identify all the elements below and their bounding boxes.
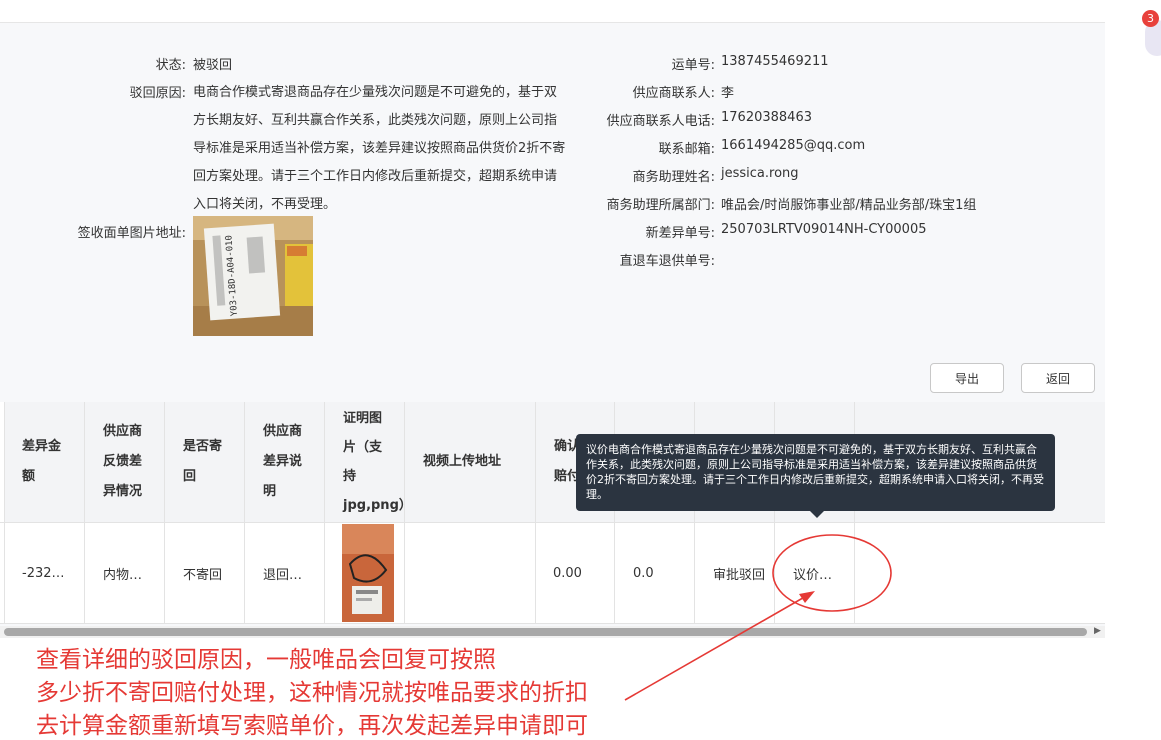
receipt-image-label: 签收面单图片地址: [77,226,186,241]
info-label: 运单号: [671,58,715,73]
header-send-back-text: 是否寄回 [183,439,223,484]
header-proof-images: 证明图片（支持jpg,png） [325,402,412,522]
reject-reason-label: 驳回原因: [129,86,186,101]
col-line [84,402,85,624]
info-label: 供应商联系人: [632,86,715,101]
header-diff-amount-text: 差异金额 [22,439,62,484]
cell-reject-reason[interactable]: 议价… [793,523,832,623]
info-value: 1661494285@qq.com [721,138,866,153]
notification-badge[interactable]: 3 [1142,10,1159,27]
info-value: 唯品会/时尚服饰事业部/精品业务部/珠宝1组 [721,198,977,213]
info-label: 联系邮箱: [658,142,715,157]
top-bar [0,0,1105,23]
proof-image-thumbnail [342,524,394,622]
info-value: jessica.rong [721,166,799,181]
col-line [244,402,245,624]
info-label: 供应商联系人电话: [606,114,715,129]
cell-supplier-feedback[interactable]: 内物… [103,523,142,623]
cell-supplier-explanation[interactable]: 退回… [263,523,302,623]
export-button[interactable]: 导出 [930,363,1004,393]
reject-reason-text: 电商合作模式寄退商品存在少量残次问题是不可避免的，基于双方长期友好、互利共赢合作… [193,85,566,212]
status-value: 被驳回 [193,58,233,73]
info-value: 250703LRTV09014NH-CY00005 [721,222,927,237]
cell-compensation-price: 0.0 [633,565,654,581]
cell-send-back: 不寄回 [183,567,223,583]
header-supplier-feedback: 供应商反馈差异情况 [85,402,164,522]
info-label: 新差异单号: [645,226,715,241]
col-line [164,402,165,624]
col-line [535,402,536,624]
col-line [324,402,325,624]
tooltip-arrow [810,511,824,518]
scroll-right-icon[interactable]: ▶ [1094,626,1101,636]
col-line [404,402,405,624]
receipt-image-graphic: Y03-18D-A04-010 [193,216,313,336]
status-label: 状态: [155,58,186,73]
info-value: 17620388463 [721,110,812,125]
info-value: 李 [721,86,735,101]
info-label: 商务助理所属部门: [606,198,715,213]
reject-reason-tooltip: 议价电商合作模式寄退商品存在少量残次问题是不可避免的，基于双方长期友好、互利共赢… [576,434,1055,511]
info-value: 1387455469211 [721,54,829,69]
header-supplier-explanation-text: 供应商差异说明 [263,424,303,499]
scrollbar-thumb[interactable] [4,628,1087,636]
receipt-image[interactable]: Y03-18D-A04-010 [193,216,313,336]
cell-compensation-amount: 0.00 [553,565,582,581]
header-video-url-text: 视频上传地址 [423,454,502,469]
header-send-back: 是否寄回 [165,402,244,522]
header-supplier-feedback-text: 供应商反馈差异情况 [103,424,143,499]
col-line [4,402,5,624]
header-diff-amount: 差异金额 [4,402,84,522]
annotation-text-line1: 查看详细的驳回原因，一般唯品会回复可按照 [36,647,496,673]
cell-approval-status: 审批驳回 [713,567,766,583]
back-button[interactable]: 返回 [1021,363,1095,393]
cell-proof-image[interactable] [342,523,394,623]
header-video-url: 视频上传地址 [405,402,535,522]
info-label: 商务助理姓名: [632,170,715,185]
info-label: 直退车退供单号: [619,254,715,269]
header-supplier-explanation: 供应商差异说明 [245,402,324,522]
header-proof-images-text: 证明图片（支持jpg,png） [343,411,412,513]
annotation-text-line2: 多少折不寄回赔付处理，这种情况就按唯品要求的折扣 [36,680,588,706]
cell-diff-amount: -232… [22,565,65,581]
row-divider [0,623,1105,624]
